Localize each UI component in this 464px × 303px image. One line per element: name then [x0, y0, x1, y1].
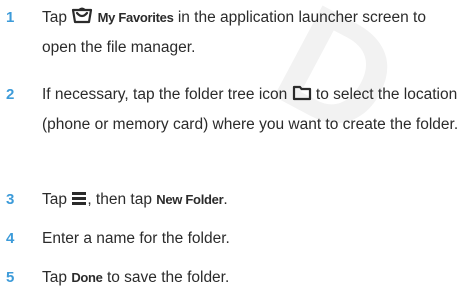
- step-number: 2: [6, 86, 15, 103]
- step-text: If necessary, tap the folder tree icon t…: [42, 81, 460, 139]
- step-text: Tap My Favorites in the application laun…: [42, 4, 460, 62]
- step-text: Enter a name for the folder.: [42, 230, 230, 247]
- step-text-start: Tap: [42, 9, 67, 26]
- step-text-middle: , then tap: [87, 191, 152, 208]
- folder-icon: [292, 83, 312, 111]
- step-text-start: Tap: [42, 269, 67, 286]
- my-favorites-label: My Favorites: [97, 10, 174, 25]
- favorites-bag-icon: [71, 6, 93, 34]
- menu-icon: [71, 188, 87, 216]
- step-text-start: If necessary, tap the folder tree icon: [42, 86, 288, 103]
- step-number: 1: [6, 9, 15, 26]
- new-folder-label: New Folder: [156, 192, 224, 207]
- step-number: 3: [6, 191, 15, 208]
- step-text: Tap , then tap New Folder.: [42, 186, 460, 216]
- step-number: 5: [6, 269, 15, 286]
- step-number: 4: [6, 230, 15, 247]
- step-text-end: to save the folder.: [106, 269, 230, 286]
- done-label: Done: [71, 270, 103, 285]
- step-text-end: .: [223, 191, 228, 208]
- step-text: Tap Done to save the folder.: [42, 264, 460, 292]
- step-text-start: Tap: [42, 191, 67, 208]
